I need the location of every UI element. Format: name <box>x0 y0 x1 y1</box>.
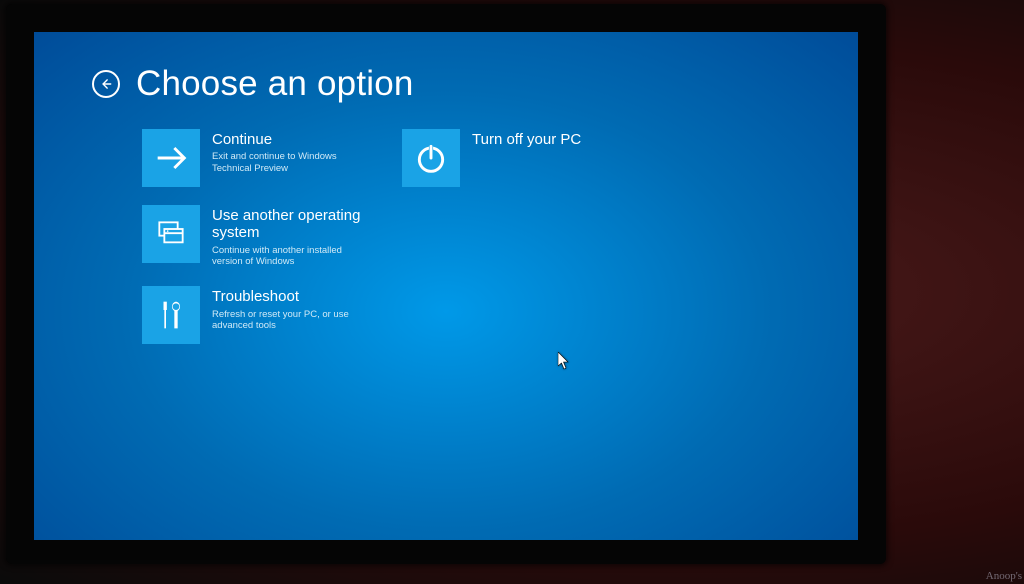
page-title: Choose an option <box>136 66 414 101</box>
watermark-text: Anoop's <box>986 570 1022 582</box>
option-turn-off-title: Turn off your PC <box>472 131 581 148</box>
grid-spacer <box>402 205 632 268</box>
header-row: Choose an option <box>92 66 858 101</box>
power-icon <box>402 129 460 187</box>
laptop-bezel: Choose an option Continue Exit and conti… <box>6 4 886 564</box>
back-button[interactable] <box>92 70 120 98</box>
option-continue[interactable]: Continue Exit and continue to Windows Te… <box>142 129 372 187</box>
option-use-another-os-desc: Continue with another installed version … <box>212 245 372 269</box>
option-troubleshoot-desc: Refresh or reset your PC, or use advance… <box>212 309 372 333</box>
option-continue-desc: Exit and continue to Windows Technical P… <box>212 151 372 175</box>
options-grid: Continue Exit and continue to Windows Te… <box>142 129 858 344</box>
option-troubleshoot-title: Troubleshoot <box>212 288 372 305</box>
option-troubleshoot[interactable]: Troubleshoot Refresh or reset your PC, o… <box>142 286 372 344</box>
back-arrow-icon <box>99 77 113 91</box>
option-continue-text: Continue Exit and continue to Windows Te… <box>212 129 372 175</box>
tools-icon <box>142 286 200 344</box>
mouse-cursor <box>558 352 570 370</box>
option-turn-off-text: Turn off your PC <box>472 129 581 151</box>
option-continue-title: Continue <box>212 131 372 148</box>
option-use-another-os-title: Use another operating system <box>212 207 372 242</box>
option-turn-off[interactable]: Turn off your PC <box>402 129 632 187</box>
photo-background: Choose an option Continue Exit and conti… <box>0 0 1024 584</box>
recovery-screen: Choose an option Continue Exit and conti… <box>34 32 858 540</box>
option-use-another-os-text: Use another operating system Continue wi… <box>212 205 372 268</box>
option-troubleshoot-text: Troubleshoot Refresh or reset your PC, o… <box>212 286 372 332</box>
windows-switch-icon <box>142 205 200 263</box>
option-use-another-os[interactable]: Use another operating system Continue wi… <box>142 205 372 268</box>
continue-icon <box>142 129 200 187</box>
